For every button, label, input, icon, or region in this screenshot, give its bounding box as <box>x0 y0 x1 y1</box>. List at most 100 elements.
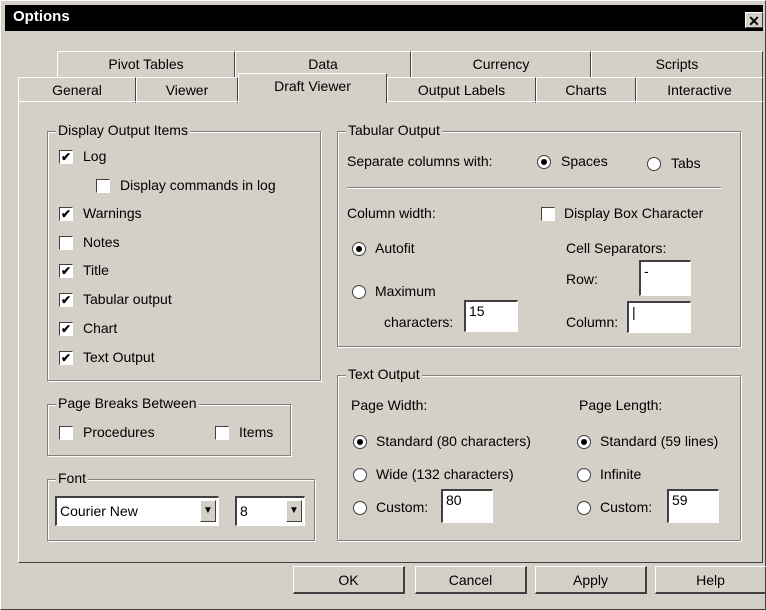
cancel-label: Cancel <box>448 572 493 588</box>
notes-label: Notes <box>83 234 120 250</box>
tabular-output-checkbox[interactable]: ✔ <box>59 293 73 307</box>
tab-pivot-tables[interactable]: Pivot Tables <box>57 51 235 77</box>
column-separator-value: | <box>632 304 636 320</box>
column-width-label: Column width: <box>347 205 436 221</box>
length-custom-label: Custom: <box>600 499 653 515</box>
tab-label: Draft Viewer <box>274 78 351 94</box>
check-icon: ✔ <box>60 293 72 307</box>
tab-label: Pivot Tables <box>108 56 184 72</box>
tab-interactive[interactable]: Interactive <box>636 77 763 103</box>
check-icon: ✔ <box>60 322 72 336</box>
warnings-label: Warnings <box>83 205 142 221</box>
width-custom-label: Custom: <box>376 499 429 515</box>
apply-button[interactable]: Apply <box>535 566 647 594</box>
page-length-label: Page Length: <box>579 397 663 413</box>
log-label: Log <box>83 148 107 164</box>
check-icon: ✔ <box>60 351 72 365</box>
title-checkbox[interactable]: ✔ <box>59 264 73 278</box>
length-infinite-label: Infinite <box>600 466 642 482</box>
font-size-dropdown[interactable]: 8 ▼ <box>235 496 305 526</box>
group-legend: Display Output Items <box>56 122 190 138</box>
text-output-checkbox[interactable]: ✔ <box>59 351 73 365</box>
check-icon: ✔ <box>60 264 72 278</box>
close-button[interactable]: ✕ <box>745 12 763 29</box>
log-checkbox[interactable]: ✔ <box>59 150 73 164</box>
ok-button[interactable]: OK <box>293 566 405 594</box>
items-label: Items <box>239 424 274 440</box>
row-separator-input[interactable]: - <box>639 260 691 296</box>
tab-label: General <box>52 82 102 98</box>
close-icon: ✕ <box>748 13 760 29</box>
help-button[interactable]: Help <box>655 566 766 594</box>
warnings-checkbox[interactable]: ✔ <box>59 207 73 221</box>
font-family-dropdown[interactable]: Courier New ▼ <box>55 496 219 526</box>
display-commands-checkbox[interactable] <box>96 179 110 193</box>
length-infinite-radio[interactable] <box>577 468 591 482</box>
font-family-value: Courier New <box>60 503 138 519</box>
tab-scripts[interactable]: Scripts <box>591 51 763 77</box>
length-custom-radio[interactable] <box>577 501 591 515</box>
width-standard-radio[interactable] <box>353 435 367 449</box>
chart-checkbox[interactable]: ✔ <box>59 322 73 336</box>
max-characters-value: 15 <box>469 303 485 319</box>
apply-label: Apply <box>572 572 609 588</box>
display-output-items-group: Display Output Items <box>47 122 321 381</box>
chevron-down-icon[interactable]: ▼ <box>286 500 302 522</box>
chevron-down-icon[interactable]: ▼ <box>200 500 216 522</box>
tab-label: Viewer <box>165 82 209 98</box>
width-standard-label: Standard (80 characters) <box>376 433 531 449</box>
autofit-label: Autofit <box>375 240 415 256</box>
display-box-checkbox[interactable] <box>541 207 555 221</box>
tab-label: Data <box>308 56 338 72</box>
tab-general[interactable]: General <box>18 77 136 103</box>
tab-label: Interactive <box>667 82 732 98</box>
length-custom-input[interactable]: 59 <box>667 489 719 523</box>
width-wide-radio[interactable] <box>353 468 367 482</box>
width-custom-input[interactable]: 80 <box>441 489 493 523</box>
tabular-output-label: Tabular output <box>83 291 172 307</box>
display-box-label: Display Box Character <box>564 205 704 221</box>
cell-separators-label: Cell Separators: <box>566 240 667 256</box>
help-label: Help <box>696 572 725 588</box>
spaces-label: Spaces <box>561 153 608 169</box>
check-icon: ✔ <box>60 150 72 164</box>
title-label: Title <box>83 262 109 278</box>
column-separator-input[interactable]: | <box>627 301 691 333</box>
display-commands-label: Display commands in log <box>120 177 276 193</box>
notes-checkbox[interactable] <box>59 236 73 250</box>
tab-currency[interactable]: Currency <box>411 51 591 77</box>
tab-viewer[interactable]: Viewer <box>136 77 238 103</box>
text-output-label: Text Output <box>83 349 155 365</box>
tabs-label: Tabs <box>671 155 701 171</box>
cancel-button[interactable]: Cancel <box>415 566 527 594</box>
tab-charts[interactable]: Charts <box>536 77 636 103</box>
window-title: Options <box>13 8 70 25</box>
maximum-label: Maximum <box>375 283 436 299</box>
font-size-value: 8 <box>240 503 248 519</box>
tab-label: Currency <box>472 56 530 72</box>
divider <box>347 187 721 189</box>
width-custom-radio[interactable] <box>353 501 367 515</box>
length-standard-label: Standard (59 lines) <box>600 433 719 449</box>
group-legend: Text Output <box>346 366 422 382</box>
characters-label: characters: <box>384 314 454 330</box>
group-legend: Tabular Output <box>346 122 442 138</box>
autofit-radio[interactable] <box>352 242 366 256</box>
spaces-radio[interactable] <box>537 155 551 169</box>
group-legend: Page Breaks Between <box>56 395 199 411</box>
tab-output-labels[interactable]: Output Labels <box>387 77 536 103</box>
ok-label: OK <box>338 572 359 588</box>
separate-columns-label: Separate columns with: <box>347 153 493 169</box>
tabs-radio[interactable] <box>647 157 661 171</box>
length-standard-radio[interactable] <box>577 435 591 449</box>
tab-draft-viewer[interactable]: Draft Viewer <box>238 73 387 103</box>
items-checkbox[interactable] <box>215 426 229 440</box>
length-custom-value: 59 <box>672 492 688 508</box>
title-bar[interactable]: Options ✕ <box>5 5 763 31</box>
row-label: Row: <box>566 271 598 287</box>
check-icon: ✔ <box>60 207 72 221</box>
tab-label: Scripts <box>655 56 699 72</box>
maximum-radio[interactable] <box>352 285 366 299</box>
max-characters-input[interactable]: 15 <box>464 300 518 332</box>
procedures-checkbox[interactable] <box>59 426 73 440</box>
